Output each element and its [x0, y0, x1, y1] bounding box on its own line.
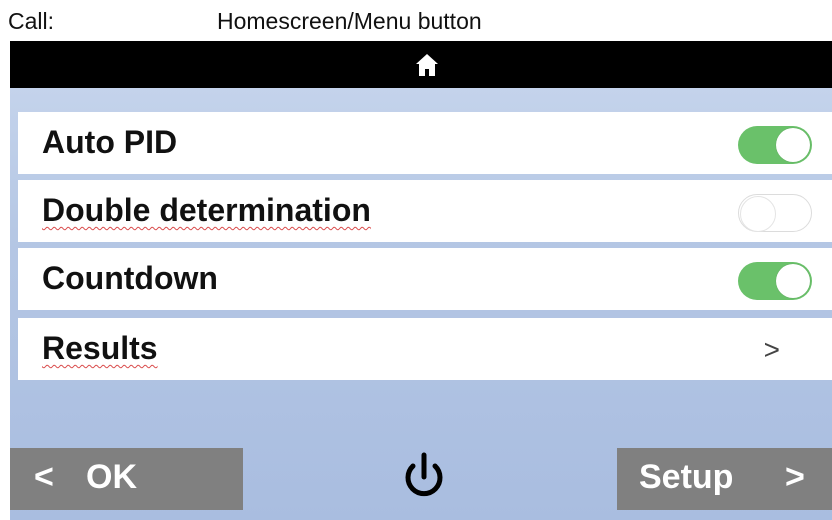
toggle-knob: [740, 196, 776, 232]
setup-button-label: Setup: [639, 458, 734, 496]
home-icon[interactable]: [414, 52, 440, 78]
setup-button[interactable]: Setup >: [617, 448, 832, 510]
menu-item-label: Auto PID: [42, 124, 178, 160]
auto-pid-toggle[interactable]: [738, 126, 812, 164]
menu-item-double-determination[interactable]: Double determination: [18, 180, 832, 242]
menu-item-countdown[interactable]: Countdown: [18, 248, 832, 310]
forward-arrow-icon: >: [785, 458, 805, 496]
caption-label: Call:: [8, 8, 55, 34]
ok-button-label: OK: [86, 458, 137, 496]
caption-bar: Call: Homescreen/Menu button: [0, 0, 832, 40]
chevron-right-icon: >: [763, 334, 780, 365]
top-bar: [10, 41, 832, 88]
caption-value: Homescreen/Menu button: [217, 8, 482, 34]
menu-item-results[interactable]: Results >: [18, 318, 832, 380]
double-determination-toggle[interactable]: [738, 194, 812, 232]
menu-item-auto-pid[interactable]: Auto PID: [18, 112, 832, 174]
back-arrow-icon: <: [34, 458, 54, 496]
ok-button[interactable]: < OK: [10, 448, 243, 510]
toggle-knob: [776, 264, 810, 298]
menu-item-label: Results: [42, 330, 158, 366]
menu-item-label: Countdown: [42, 260, 218, 296]
countdown-toggle[interactable]: [738, 262, 812, 300]
device-screen: Auto PID Double determination Countdown …: [10, 41, 832, 520]
toggle-knob: [776, 128, 810, 162]
menu-item-label: Double determination: [42, 192, 371, 228]
power-icon[interactable]: [398, 449, 450, 507]
